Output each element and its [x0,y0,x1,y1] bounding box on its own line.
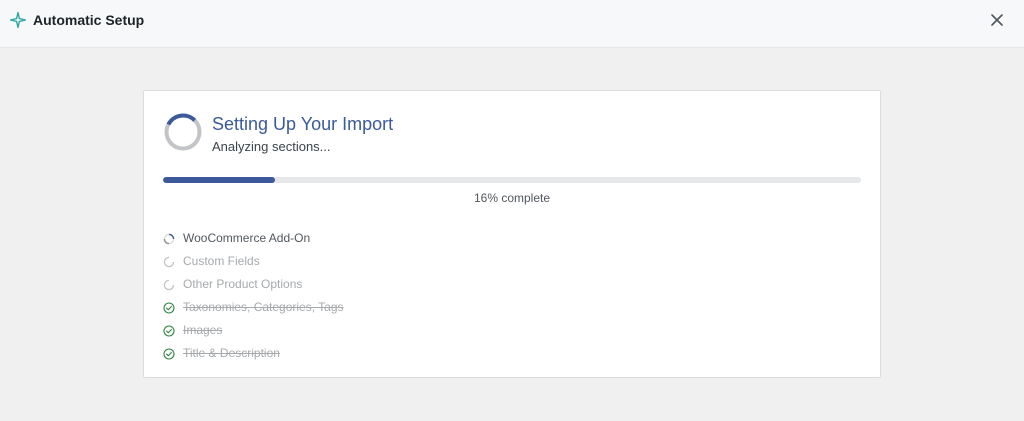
step-item: Title & Description [163,342,563,365]
progress-bar [163,177,861,183]
step-item: Other Product Options [163,273,563,296]
step-item: Taxonomies, Categories, Tags [163,296,563,319]
check-circle-icon [163,301,175,314]
spinner-icon [163,279,175,290]
step-label: Taxonomies, Categories, Tags [183,300,344,314]
progress-bar-fill [163,177,275,183]
spinner-icon [163,256,175,267]
progress-label: 16% complete [473,191,551,205]
spinner-icon [163,233,175,244]
check-circle-icon [163,347,175,360]
step-label: Other Product Options [183,277,303,291]
close-button[interactable] [986,9,1008,31]
import-steps-list: WooCommerce Add-On Custom Fields Other Pro… [163,227,563,365]
step-item: WooCommerce Add-On [163,227,563,250]
step-label: Custom Fields [183,254,260,268]
step-label: Images [183,323,223,337]
step-label: WooCommerce Add-On [183,231,311,245]
modal-title: Automatic Setup [33,12,145,28]
import-status-text: Analyzing sections... [212,139,331,154]
import-progress-card: Setting Up Your Import Analyzing section… [143,90,881,378]
import-title: Setting Up Your Import [212,114,394,134]
step-label: Title & Description [183,346,280,360]
sparkle-icon [10,12,26,28]
step-item: Custom Fields [163,250,563,273]
check-circle-icon [163,324,175,337]
step-item: Images [163,319,563,342]
modal-header: Automatic Setup [0,0,1024,48]
loading-spinner-icon [164,113,202,151]
close-icon [991,14,1003,26]
